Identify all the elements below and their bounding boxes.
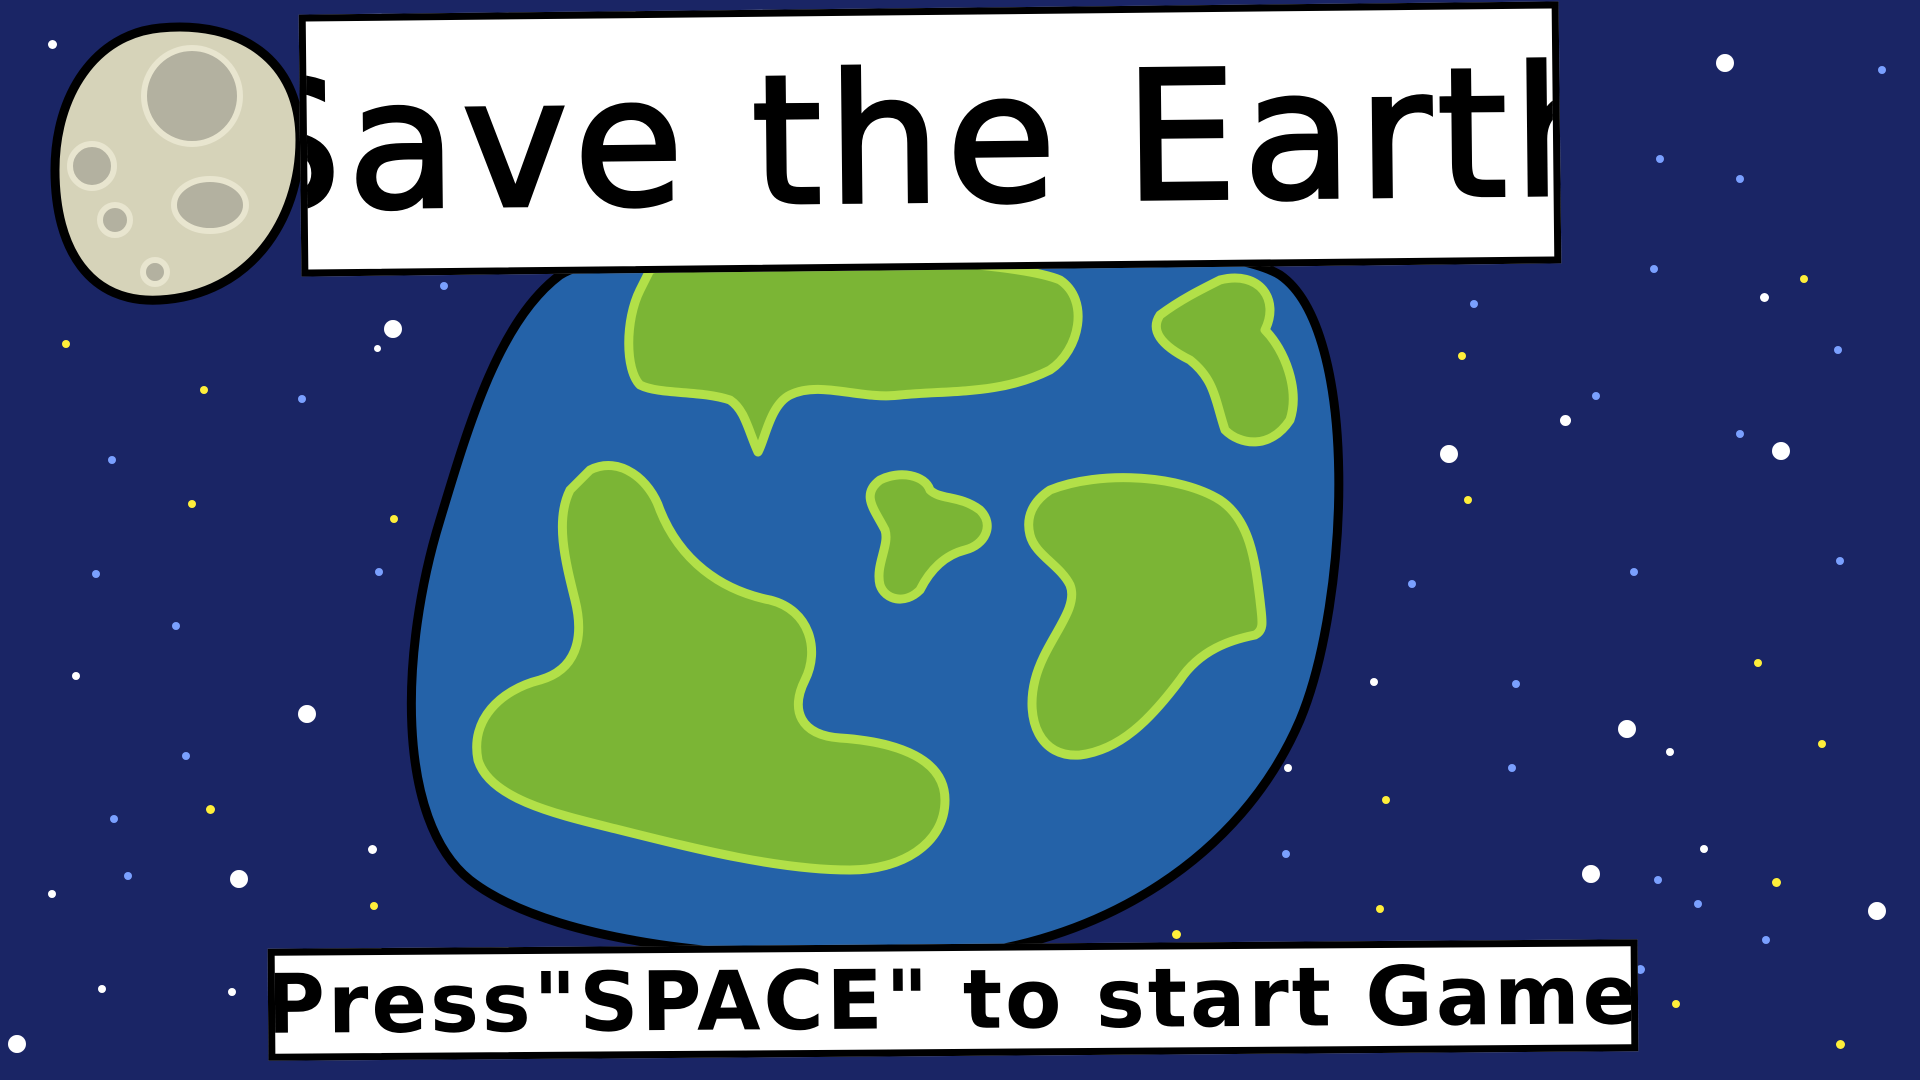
start-prompt-banner[interactable]: Press"SPACE" to start Game xyxy=(267,939,1639,1061)
moon-crater xyxy=(171,176,249,234)
moon-crater xyxy=(140,257,170,287)
earth-icon xyxy=(406,233,1344,963)
moon-crater xyxy=(67,141,117,191)
game-title: Save the Earth xyxy=(298,26,1562,252)
moon-icon xyxy=(50,22,305,305)
title-banner: Save the Earth xyxy=(298,1,1562,277)
moon-crater xyxy=(97,202,133,238)
moon-crater xyxy=(141,45,243,147)
start-prompt: Press"SPACE" to start Game xyxy=(267,947,1639,1053)
title-screen: Save the Earth Press"SPACE" to start Gam… xyxy=(0,0,1920,1080)
